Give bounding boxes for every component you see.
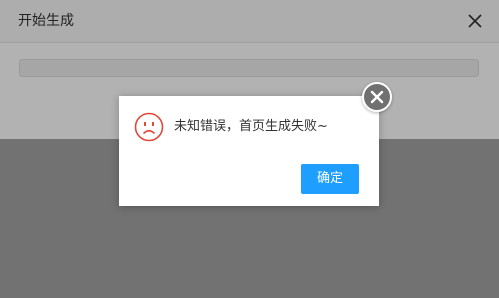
error-alert-dialog: 未知错误，首页生成失败~ 确定 [119,96,379,206]
alert-message: 未知错误，首页生成失败~ [174,119,328,134]
alert-close-button[interactable] [362,82,392,112]
sad-face-icon [134,112,164,142]
close-circle-icon [370,90,384,104]
confirm-button[interactable]: 确定 [301,164,359,194]
